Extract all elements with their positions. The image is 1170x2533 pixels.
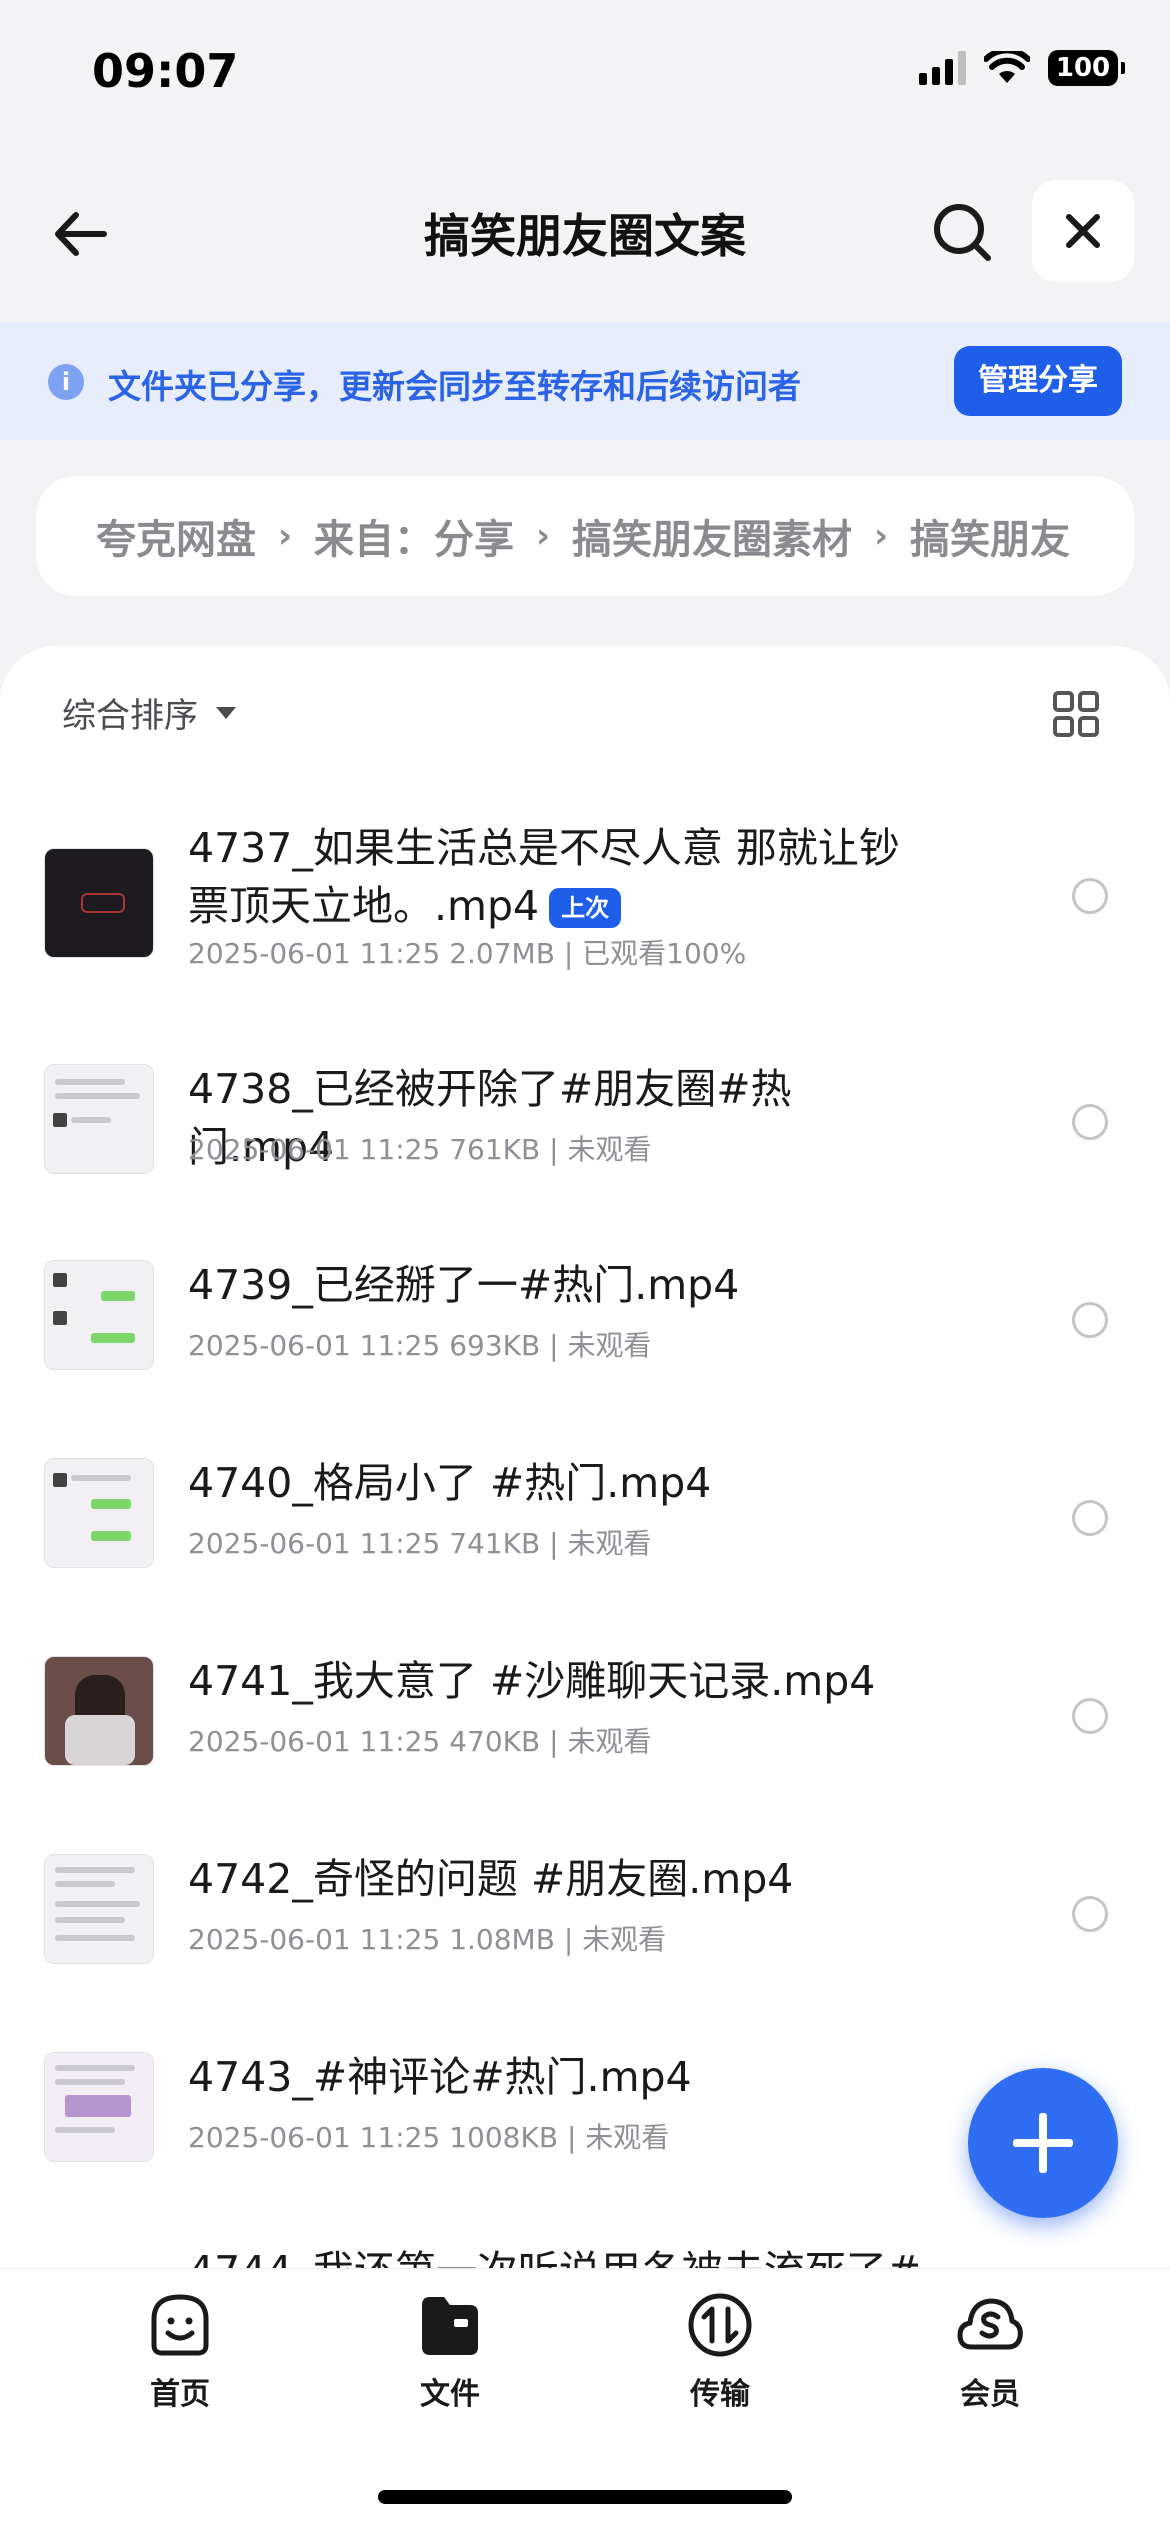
breadcrumb-item[interactable]: 搞笑朋友圈素材 bbox=[572, 507, 852, 565]
breadcrumb-item[interactable]: 搞笑朋友 bbox=[910, 507, 1070, 565]
file-name: 4740_格局小了 #热门.mp4 bbox=[188, 1459, 712, 1507]
add-button[interactable] bbox=[968, 2068, 1118, 2218]
select-radio[interactable] bbox=[1072, 1500, 1108, 1536]
transfer-icon bbox=[688, 2293, 752, 2357]
file-name: 4737_如果生活总是不尽人意 那就让钞票顶天立地。.mp4 上次 bbox=[188, 824, 900, 930]
tab-home[interactable]: 首页 bbox=[90, 2289, 270, 2413]
video-thumbnail bbox=[44, 2052, 154, 2162]
file-name: 4743_#神评论#热门.mp4 bbox=[188, 2053, 692, 2101]
tab-label: 传输 bbox=[690, 2377, 750, 2412]
chevron-right-icon: › bbox=[278, 516, 293, 556]
select-radio[interactable] bbox=[1072, 1104, 1108, 1140]
file-meta: 2025-06-01 11:25 693KB | 未观看 bbox=[188, 1329, 652, 1362]
chevron-right-icon: › bbox=[536, 516, 551, 556]
tab-member[interactable]: 会员 bbox=[900, 2289, 1080, 2413]
cloud-member-icon bbox=[957, 2298, 1023, 2350]
file-name: 4742_奇怪的问题 #朋友圈.mp4 bbox=[188, 1855, 794, 1903]
last-played-badge: 上次 bbox=[549, 888, 622, 928]
battery-icon: 100 bbox=[1048, 50, 1125, 86]
cellular-signal-icon bbox=[919, 51, 966, 85]
video-thumbnail bbox=[44, 1260, 154, 1370]
caret-down-icon bbox=[216, 706, 236, 719]
select-radio[interactable] bbox=[1072, 1302, 1108, 1338]
nav-bar: 搞笑朋友圈文案 bbox=[0, 170, 1170, 290]
info-icon: i bbox=[48, 364, 84, 400]
status-icons: 100 bbox=[919, 50, 1125, 86]
tab-label: 文件 bbox=[420, 2377, 480, 2412]
file-list-panel: 综合排序 4737_如果生活总是不尽人意 那就让钞票顶天立地。.mp4 上次 20… bbox=[0, 646, 1170, 2532]
video-thumbnail bbox=[44, 1854, 154, 1964]
tab-label: 会员 bbox=[960, 2377, 1020, 2412]
file-meta: 2025-06-01 11:25 761KB | 未观看 bbox=[188, 1133, 652, 1166]
wifi-icon bbox=[984, 51, 1030, 83]
close-button[interactable] bbox=[1032, 180, 1134, 282]
close-icon bbox=[1066, 214, 1100, 248]
tab-label: 首页 bbox=[150, 2377, 210, 2412]
share-banner: i 文件夹已分享，更新会同步至转存和后续访问者 管理分享 bbox=[0, 322, 1170, 440]
breadcrumb: 夸克网盘 › 来自：分享 › 搞笑朋友圈素材 › 搞笑朋友 bbox=[36, 476, 1134, 596]
file-row[interactable]: 4742_奇怪的问题 #朋友圈.mp4 2025-06-01 11:25 1.0… bbox=[0, 1810, 1170, 1990]
breadcrumb-item[interactable]: 来自：分享 bbox=[314, 507, 514, 565]
file-name: 4741_我大意了 #沙雕聊天记录.mp4 bbox=[188, 1657, 876, 1705]
file-meta: 2025-06-01 11:25 741KB | 未观看 bbox=[188, 1527, 652, 1560]
tab-files[interactable]: 文件 bbox=[360, 2289, 540, 2413]
smile-face-icon bbox=[151, 2294, 209, 2356]
search-icon[interactable] bbox=[928, 198, 996, 266]
folder-icon bbox=[422, 2297, 478, 2355]
video-thumbnail bbox=[44, 1458, 154, 1568]
file-meta: 2025-06-01 11:25 1.08MB | 未观看 bbox=[188, 1923, 667, 1956]
file-row[interactable]: 4740_格局小了 #热门.mp4 2025-06-01 11:25 741KB… bbox=[0, 1414, 1170, 1594]
breadcrumb-item[interactable]: 夸克网盘 bbox=[96, 507, 256, 565]
select-radio[interactable] bbox=[1072, 1698, 1108, 1734]
video-thumbnail bbox=[44, 848, 154, 958]
partial-file-name: 4744_我还第一次听说用冬被去流死了# bbox=[188, 2242, 921, 2268]
file-row[interactable]: 4737_如果生活总是不尽人意 那就让钞票顶天立地。.mp4 上次 2025-06… bbox=[0, 824, 1170, 1006]
file-meta: 2025-06-01 11:25 1008KB | 未观看 bbox=[188, 2121, 670, 2154]
file-name: 4739_已经掰了一#热门.mp4 bbox=[188, 1261, 740, 1309]
file-meta: 2025-06-01 11:25 2.07MB | 已观看100% bbox=[188, 937, 747, 970]
select-radio[interactable] bbox=[1072, 878, 1108, 914]
manage-share-button[interactable]: 管理分享 bbox=[954, 346, 1122, 416]
tab-transfer[interactable]: 传输 bbox=[630, 2289, 810, 2413]
home-indicator bbox=[378, 2490, 792, 2504]
status-time: 09:07 bbox=[92, 44, 239, 98]
video-thumbnail bbox=[44, 1064, 154, 1174]
video-thumbnail bbox=[44, 1656, 154, 1766]
file-row[interactable]: 4741_我大意了 #沙雕聊天记录.mp4 2025-06-01 11:25 4… bbox=[0, 1612, 1170, 1792]
status-bar: 09:07 100 bbox=[0, 0, 1170, 150]
sort-label: 综合排序 bbox=[62, 696, 198, 736]
select-radio[interactable] bbox=[1072, 1896, 1108, 1932]
file-meta: 2025-06-01 11:25 470KB | 未观看 bbox=[188, 1725, 652, 1758]
chevron-right-icon: › bbox=[874, 516, 889, 556]
sort-dropdown[interactable]: 综合排序 bbox=[62, 688, 236, 737]
banner-text: 文件夹已分享，更新会同步至转存和后续访问者 bbox=[108, 367, 801, 406]
grid-view-icon[interactable] bbox=[1052, 690, 1100, 738]
file-row[interactable]: 4739_已经掰了一#热门.mp4 2025-06-01 11:25 693KB… bbox=[0, 1216, 1170, 1396]
file-row[interactable]: 4738_已经被开除了#朋友圈#热门.mp4 2025-06-01 11:25 … bbox=[0, 1018, 1170, 1198]
